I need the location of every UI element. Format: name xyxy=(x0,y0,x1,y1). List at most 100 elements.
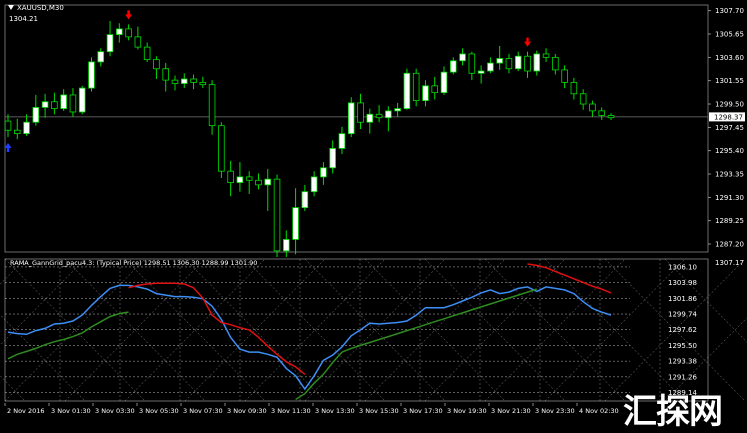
candle-body xyxy=(329,148,336,169)
candle-body xyxy=(97,51,105,63)
chart-menu-triangle-icon[interactable] xyxy=(8,5,14,10)
price-info: 1304.21 xyxy=(9,15,38,23)
candle-body xyxy=(199,82,207,86)
price-axis-label: 1295.40 xyxy=(715,147,744,155)
time-axis-label: 4 Nov 02:30 xyxy=(579,407,619,415)
candle-body xyxy=(171,79,179,84)
candle-body xyxy=(579,93,587,105)
candle-body xyxy=(116,28,123,35)
candle-body xyxy=(134,36,142,48)
candle-body xyxy=(255,179,262,186)
time-axis-label: 2 Nov 2016 xyxy=(7,407,45,415)
candle-body xyxy=(598,110,605,116)
gann-diagonal-line xyxy=(0,258,86,346)
candle-body xyxy=(338,133,346,149)
watermark-logo: 汇探网 xyxy=(623,392,723,432)
time-axis-label: 3 Nov 17:30 xyxy=(403,407,443,415)
time-axis-label: 3 Nov 23:30 xyxy=(535,407,575,415)
indicator-axis-label: 1301.86 xyxy=(668,295,697,303)
candle-body xyxy=(496,58,503,64)
indicator-plot-frame xyxy=(4,258,709,402)
candle-body xyxy=(292,207,299,240)
indicator-axis-label: 1303.98 xyxy=(668,279,697,287)
current-price-label: 1298.37 xyxy=(714,113,743,121)
candle-body xyxy=(505,58,513,70)
candle-body xyxy=(273,178,281,252)
time-axis-label: 3 Nov 13:30 xyxy=(315,407,355,415)
candle-body xyxy=(450,60,457,73)
gann-grid-indicator[interactable]: 1307.171306.101303.981301.861299.741297.… xyxy=(0,257,747,403)
sell-arrow-icon xyxy=(524,37,532,47)
time-axis-label: 3 Nov 19:30 xyxy=(447,407,487,415)
candle-body xyxy=(552,56,559,71)
candle-body xyxy=(236,176,244,183)
candle-body xyxy=(570,82,578,95)
indicator-axis-label: 1307.17 xyxy=(715,259,744,267)
candle-body xyxy=(607,115,615,119)
price-axis-label: 1289.25 xyxy=(715,217,744,225)
indicator-title: RAMA_GannGrid_pacu4.3: (Typical Price) 1… xyxy=(10,259,258,267)
candle-body xyxy=(41,101,49,108)
buy-arrow-icon xyxy=(4,143,12,153)
main-price-pane[interactable]: 1307.70 1305.65 1303.60 1301.55 1299.50 1297.… xyxy=(0,0,747,257)
candle-body xyxy=(69,94,77,113)
candle-body xyxy=(218,125,225,172)
candle-body xyxy=(88,61,95,89)
time-axis-label: 3 Nov 07:30 xyxy=(183,407,223,415)
price-axis-label: 1303.60 xyxy=(715,54,744,62)
candle-body xyxy=(23,121,30,135)
candle-body xyxy=(32,107,40,123)
price-axis-label: 1293.35 xyxy=(715,171,744,179)
candle-body xyxy=(60,94,67,109)
indicator-axis-label: 1291.26 xyxy=(668,373,697,381)
candle-body xyxy=(440,71,448,94)
indicator-line xyxy=(7,288,538,401)
candle-body xyxy=(589,103,596,112)
candle-body xyxy=(301,191,309,209)
candle-body xyxy=(310,176,318,193)
candle-body xyxy=(366,113,374,123)
candle-body xyxy=(4,120,12,131)
candle-body xyxy=(459,53,466,62)
candle-body xyxy=(264,178,272,186)
candle-body xyxy=(403,72,411,109)
candle-body xyxy=(561,69,568,83)
time-axis-label: 3 Nov 21:30 xyxy=(491,407,531,415)
candle-body xyxy=(283,239,290,252)
price-axis-label: 1305.65 xyxy=(715,31,744,39)
candle-body xyxy=(524,55,531,72)
candle-body xyxy=(385,110,392,119)
candle-body xyxy=(375,113,383,119)
candle-body xyxy=(227,170,234,183)
candle-body xyxy=(357,102,364,123)
price-axis-label: 1291.30 xyxy=(715,194,744,202)
candlestick-chart[interactable]: 1307.70 1305.65 1303.60 1301.55 1299.50 1297.… xyxy=(0,0,747,257)
chart-window[interactable]: 1307.70 1305.65 1303.60 1301.55 1299.50 1297.… xyxy=(0,0,747,432)
indicator-axis-label: 1293.38 xyxy=(668,358,697,366)
candle-body xyxy=(422,85,429,102)
candle-body xyxy=(14,129,21,135)
candle-body xyxy=(153,59,160,70)
time-axis-label: 3 Nov 11:30 xyxy=(271,407,311,415)
candle-body xyxy=(487,62,494,72)
symbol-title: XAUUSD,M30 xyxy=(17,4,64,12)
price-axis-label: 1301.55 xyxy=(715,77,744,85)
indicator-pane[interactable]: 1307.17 1306.10 1303.98 1301.86 1299.74 1297.… xyxy=(0,257,747,403)
candle-body xyxy=(125,28,132,38)
indicator-axis-label: 1295.50 xyxy=(668,342,697,350)
candle-body xyxy=(51,101,58,109)
time-axis-label: 3 Nov 03:30 xyxy=(95,407,135,415)
candle-body xyxy=(542,53,550,58)
candle-body xyxy=(143,46,151,61)
price-axis-label: 1297.45 xyxy=(715,124,744,132)
indicator-line xyxy=(7,284,612,391)
price-axis-label: 1287.20 xyxy=(715,241,744,249)
time-axis-label: 3 Nov 15:30 xyxy=(359,407,399,415)
candle-body xyxy=(412,72,420,102)
candle-body xyxy=(245,176,253,181)
candle-body xyxy=(431,85,439,94)
indicator-line xyxy=(128,263,612,375)
candle-body xyxy=(162,68,169,81)
candle-body xyxy=(320,167,327,178)
time-axis-label: 3 Nov 01:30 xyxy=(51,407,91,415)
